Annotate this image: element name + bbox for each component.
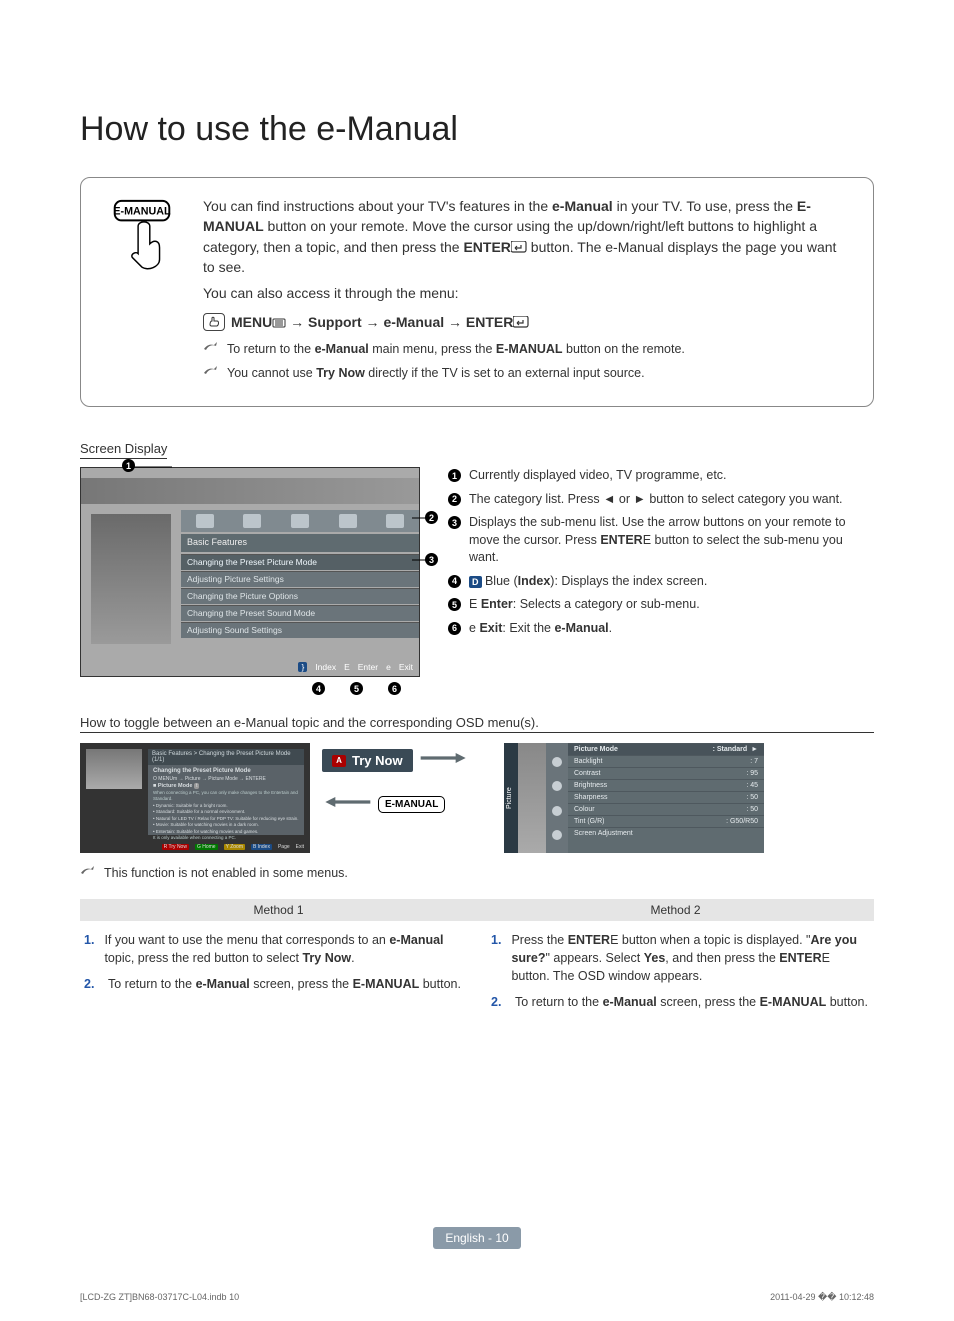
arrow-right-icon xyxy=(419,750,469,771)
manual-page: How to use the e-Manual E-MANUAL You can… xyxy=(0,0,954,1321)
legend-item: 1Currently displayed video, TV programme… xyxy=(448,467,874,485)
remote-button-icon: E-MANUAL xyxy=(103,196,181,382)
note-2: You cannot use Try Now directly if the T… xyxy=(203,365,851,383)
note-icon xyxy=(203,365,221,383)
legend-item: 2The category list. Press ◄ or ► button … xyxy=(448,491,874,509)
toggle-note: This function is not enabled in some men… xyxy=(80,865,874,883)
method-step: 2.To return to the e-Manual screen, pres… xyxy=(491,993,870,1011)
osd-screenshot: Picture Picture Mode: Standard ►Backligh… xyxy=(504,743,764,853)
methods-body: 1.If you want to use the menu that corre… xyxy=(80,921,874,1020)
callout-2: 2 xyxy=(425,511,438,524)
method-step: 1.If you want to use the menu that corre… xyxy=(84,931,463,967)
callout-5: 5 xyxy=(350,682,363,695)
methods-header: Method 1 Method 2 xyxy=(80,899,874,921)
legend-item: 4D Blue (Index): Displays the index scre… xyxy=(448,573,874,591)
note-1: To return to the e-Manual main menu, pre… xyxy=(203,341,851,359)
arrow-left-icon xyxy=(322,794,372,815)
screen-display-heading: Screen Display xyxy=(80,441,167,459)
callout-4: 4 xyxy=(312,682,325,695)
page-number-badge: English - 10 xyxy=(433,1227,520,1249)
emanual-pill: E-MANUAL xyxy=(378,796,445,813)
callout-3: 3 xyxy=(425,553,438,566)
toggle-heading: How to toggle between an e-Manual topic … xyxy=(80,715,874,733)
screen-display-section: Basic Features Changing the Preset Pictu… xyxy=(80,467,874,677)
callout-6: 6 xyxy=(388,682,401,695)
note-icon xyxy=(80,865,98,883)
method-step: 1.Press the ENTERE button when a topic i… xyxy=(491,931,870,985)
content-box: E-MANUAL You can find instructions about… xyxy=(80,177,874,407)
try-now-pill: ATry Now xyxy=(322,749,413,772)
menu-path: MENU → Support → e-Manual → ENTER xyxy=(203,313,851,331)
page-footer: English - 10 xyxy=(0,1227,954,1249)
emanual-screenshot: Basic Features > Changing the Preset Pic… xyxy=(80,743,310,853)
page-title: How to use the e-Manual xyxy=(80,110,874,149)
legend-item: 6e Exit: Exit the e-Manual. xyxy=(448,620,874,638)
toggle-diagram: Basic Features > Changing the Preset Pic… xyxy=(80,743,874,853)
hand-icon xyxy=(203,313,225,331)
screen-display-legend: 1Currently displayed video, TV programme… xyxy=(448,467,874,677)
intro-text: You can find instructions about your TV'… xyxy=(203,196,851,382)
legend-item: 5E Enter: Selects a category or sub-menu… xyxy=(448,596,874,614)
svg-text:E-MANUAL: E-MANUAL xyxy=(113,206,171,218)
print-mark: [LCD-ZG ZT]BN68-03717C-L04.indb 10 2011-… xyxy=(80,1292,874,1303)
tv-screenshot: Basic Features Changing the Preset Pictu… xyxy=(80,467,420,677)
method-step: 2.To return to the e-Manual screen, pres… xyxy=(84,975,463,993)
note-icon xyxy=(203,341,221,359)
legend-item: 3Displays the sub-menu list. Use the arr… xyxy=(448,514,874,567)
